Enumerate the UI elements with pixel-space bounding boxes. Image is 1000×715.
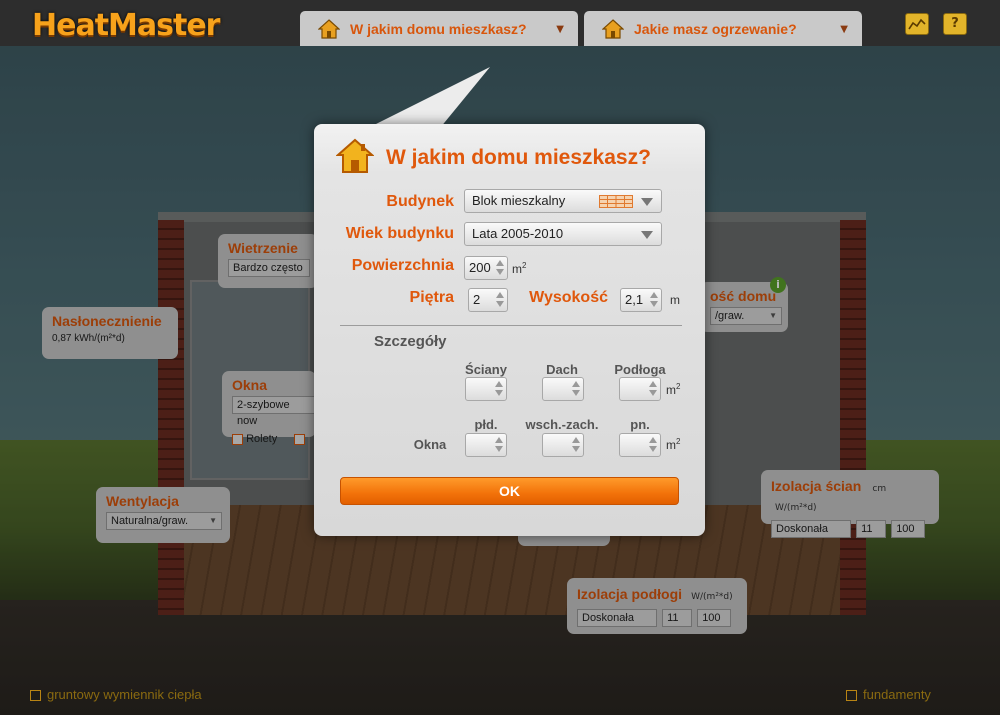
col-dach-label: Dach bbox=[546, 362, 578, 377]
wysokosc-label: Wysokość bbox=[529, 289, 608, 306]
spinner-arrows-icon[interactable] bbox=[494, 380, 504, 398]
tab-heating-label: Jakie masz ogrzewanie? bbox=[634, 20, 797, 37]
pietra-spinner[interactable]: 2 bbox=[468, 288, 508, 312]
house-dialog: W jakim domu mieszkasz? Budynek Blok mie… bbox=[314, 124, 705, 536]
col-wschzach-label: wsch.-zach. bbox=[525, 417, 599, 432]
divider bbox=[340, 325, 682, 326]
chevron-down-icon bbox=[641, 198, 653, 206]
house-icon bbox=[602, 18, 624, 39]
gruntowy-wymiennik-checkbox[interactable] bbox=[30, 690, 41, 702]
house-icon bbox=[318, 18, 340, 39]
house-icon bbox=[336, 138, 374, 173]
spinner-arrows-icon[interactable] bbox=[648, 380, 658, 398]
wiek-budynku-label: Wiek budynku bbox=[345, 225, 454, 242]
modal-pointer bbox=[368, 67, 490, 128]
tab-house-label: W jakim domu mieszkasz? bbox=[350, 20, 527, 37]
wysokosc-unit: m bbox=[670, 293, 680, 307]
wysokosc-spinner[interactable]: 2,1 bbox=[620, 288, 662, 312]
pietra-value: 2 bbox=[473, 292, 481, 307]
gruntowy-wymiennik-option[interactable]: gruntowy wymiennik ciepła bbox=[30, 687, 202, 702]
col-pn-label: pn. bbox=[630, 417, 650, 432]
dialog-title: W jakim domu mieszkasz? bbox=[386, 146, 651, 169]
okna-pn-spinner[interactable] bbox=[619, 433, 661, 457]
col-sciany-label: Ściany bbox=[465, 362, 507, 377]
powierzchnia-unit: m2 bbox=[512, 261, 527, 276]
budynek-value: Blok mieszkalny bbox=[472, 193, 566, 208]
budynek-select[interactable]: Blok mieszkalny bbox=[464, 189, 662, 213]
dach-spinner[interactable] bbox=[542, 377, 584, 401]
tab-heating[interactable]: Jakie masz ogrzewanie? ▼ bbox=[584, 11, 862, 46]
gruntowy-wymiennik-label: gruntowy wymiennik ciepła bbox=[47, 687, 202, 702]
pietra-label: Piętra bbox=[409, 289, 454, 306]
wysokosc-value: 2,1 bbox=[625, 292, 644, 307]
okna-pld-spinner[interactable] bbox=[465, 433, 507, 457]
powierzchnia-value: 200 bbox=[469, 260, 491, 275]
fundamenty-label: fundamenty bbox=[863, 687, 931, 702]
chart-button[interactable] bbox=[905, 13, 929, 35]
spinner-arrows-icon[interactable] bbox=[495, 259, 505, 277]
heatmaster-logo: HeatMaster bbox=[32, 8, 220, 43]
okna-wschzach-spinner[interactable] bbox=[542, 433, 584, 457]
help-icon: ? bbox=[951, 16, 959, 31]
chevron-down-icon: ▼ bbox=[556, 24, 564, 35]
wiek-budynku-value: Lata 2005-2010 bbox=[472, 226, 564, 241]
col-podloga-label: Podłoga bbox=[614, 362, 666, 377]
tab-house[interactable]: W jakim domu mieszkasz? ▼ bbox=[300, 11, 578, 46]
spinner-arrows-icon[interactable] bbox=[495, 291, 505, 309]
fundamenty-checkbox[interactable] bbox=[846, 690, 857, 702]
fundamenty-option[interactable]: fundamenty bbox=[846, 687, 931, 702]
chart-icon bbox=[908, 18, 926, 30]
col-pld-label: płd. bbox=[474, 417, 498, 432]
apartment-block-icon bbox=[599, 195, 633, 208]
spinner-arrows-icon[interactable] bbox=[571, 380, 581, 398]
ok-button[interactable]: OK bbox=[340, 477, 679, 505]
powierzchnia-label: Powierzchnia bbox=[351, 257, 454, 274]
spinner-arrows-icon[interactable] bbox=[649, 291, 659, 309]
details-title: Szczegóły bbox=[374, 333, 447, 350]
spinner-arrows-icon[interactable] bbox=[571, 436, 581, 454]
sciany-spinner[interactable] bbox=[465, 377, 507, 401]
spinner-arrows-icon[interactable] bbox=[494, 436, 504, 454]
wiek-budynku-select[interactable]: Lata 2005-2010 bbox=[464, 222, 662, 246]
chevron-down-icon: ▼ bbox=[840, 24, 848, 35]
budynek-label: Budynek bbox=[386, 193, 454, 210]
help-button[interactable]: ? bbox=[943, 13, 967, 35]
details-unit: m2 bbox=[666, 382, 681, 397]
okna-unit: m2 bbox=[666, 437, 681, 452]
powierzchnia-spinner[interactable]: 200 bbox=[464, 256, 508, 280]
spinner-arrows-icon[interactable] bbox=[648, 436, 658, 454]
okna-row-label: Okna bbox=[413, 437, 447, 452]
podloga-spinner[interactable] bbox=[619, 377, 661, 401]
top-header: HeatMaster W jakim domu mieszkasz? ▼ Jak… bbox=[0, 0, 1000, 46]
chevron-down-icon bbox=[641, 231, 653, 239]
